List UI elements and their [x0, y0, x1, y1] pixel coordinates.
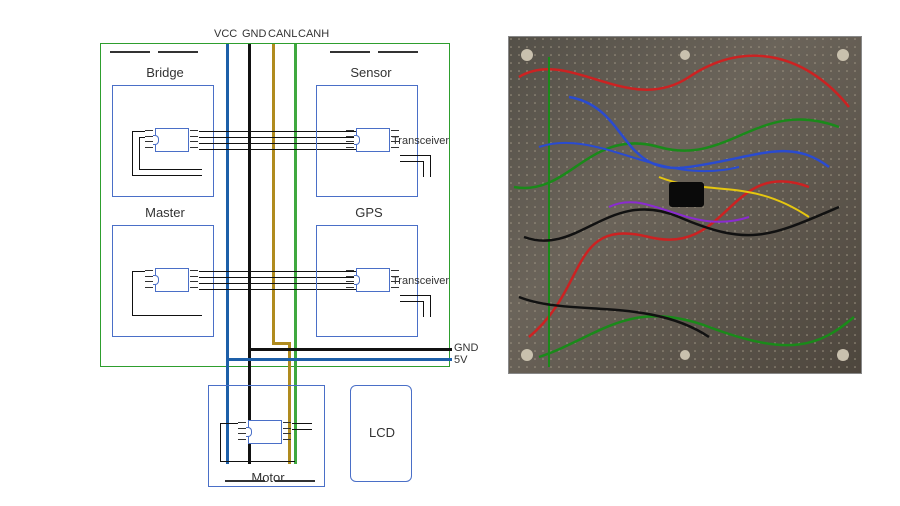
label-rail-gnd: GND — [454, 342, 478, 354]
label-vcc: VCC — [214, 28, 237, 40]
title-lcd: LCD — [362, 425, 402, 440]
rail-5v — [226, 358, 452, 361]
header-pad — [378, 51, 418, 53]
chip-master — [155, 268, 189, 292]
bus-canl — [272, 44, 275, 344]
label-rail-5v: 5V — [454, 354, 467, 366]
title-bridge: Bridge — [130, 65, 200, 80]
chip-motor — [248, 420, 282, 444]
header-pad — [110, 51, 150, 53]
chip-gps — [356, 268, 390, 292]
photo-perfboard-back — [508, 36, 862, 374]
label-transceiver-gps: Transceiver — [392, 275, 449, 287]
title-master: Master — [130, 205, 200, 220]
chip-bridge — [155, 128, 189, 152]
label-canl: CANL — [268, 28, 297, 40]
header-pad — [330, 51, 370, 53]
title-sensor: Sensor — [336, 65, 406, 80]
diagram-stage: { "header": { "vcc": "VCC", "gnd": "GND"… — [0, 0, 900, 506]
label-transceiver-sensor: Transceiver — [392, 135, 449, 147]
rail-gnd — [248, 348, 452, 351]
title-motor: Motor — [238, 470, 298, 485]
label-canh: CANH — [298, 28, 329, 40]
chip-sensor — [356, 128, 390, 152]
label-gnd: GND — [242, 28, 266, 40]
title-gps: GPS — [344, 205, 394, 220]
header-pad — [158, 51, 198, 53]
